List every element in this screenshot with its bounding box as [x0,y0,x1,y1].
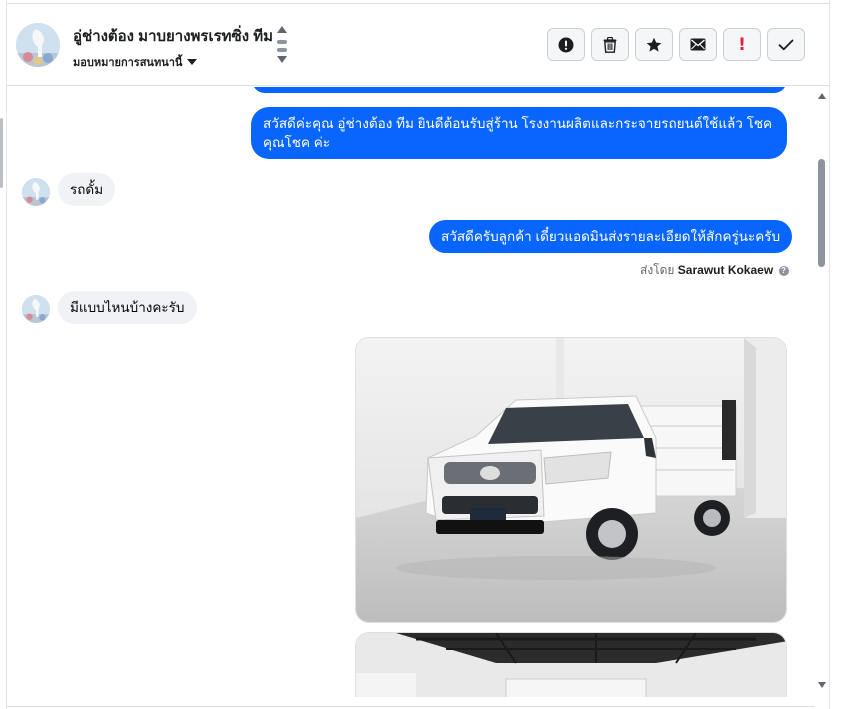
scroll-grip [277,48,287,52]
alert-circle-icon [558,37,574,52]
message-text: สวัสดีครับลูกค้า เดี๋ยวแอดมินส่งรายละเอี… [441,229,781,244]
white-pickup-dump-truck-photo[interactable] [355,337,787,623]
panel-divider [829,0,830,709]
message-bubble-outgoing[interactable]: สวัสดีค่ะคุณ อู่ช่างต้อง ทีม ยินดีต้อนรั… [251,107,787,159]
exclamation-icon: ! [738,34,746,55]
message-bubble-incoming[interactable]: มีแบบไหนบ้างคะรับ [58,291,197,324]
conversation-scrollbar[interactable] [815,87,829,697]
question-icon[interactable]: ? [778,265,789,276]
sender-name: Sarawut Kokaew [677,263,774,277]
scroll-down-arrow-icon[interactable] [818,682,826,688]
contact-avatar[interactable] [16,23,60,67]
caret-down-icon [187,59,198,65]
message-bubble-outgoing-partial [252,87,787,93]
conversation-thread[interactable]: สวัสดีค่ะคุณ อู่ช่างต้อง ทีม ยินดีต้อนรั… [7,87,815,697]
checkmark-icon [778,39,794,50]
left-panel-edge [0,0,7,709]
truck-in-showroom-photo[interactable] [355,632,787,697]
message-text: สวัสดีค่ะคุณ อู่ช่างต้อง ทีม ยินดีต้อนรั… [263,116,773,150]
assign-label: มอบหมายการสนทนานี้ [73,57,183,69]
customer-avatar[interactable] [22,178,50,206]
chevron-up-icon[interactable] [277,26,287,33]
conversation-header: อู่ช่างต้อง มาบยางพรเรทซิ่ง ทีม มอบหมายก… [7,3,829,86]
sent-by-label: ส่งโดย Sarawut Kokaew ? [640,261,789,280]
header-actions: ! [547,28,805,61]
follow-up-button[interactable]: ! [723,28,761,61]
star-icon [646,37,662,52]
message-text: มีแบบไหนบ้างคะรับ [70,300,185,315]
delete-button[interactable] [591,28,629,61]
trash-icon [603,36,617,53]
mark-unread-button[interactable] [679,28,717,61]
message-bubble-outgoing[interactable]: สวัสดีครับลูกค้า เดี๋ยวแอดมินส่งรายละเอี… [429,220,793,253]
chevron-down-icon[interactable] [277,56,287,63]
message-bubble-incoming[interactable]: รถดั้ม [58,173,116,206]
scrollbar-thumb[interactable] [818,159,825,267]
left-panel-scroll-mark [0,118,3,188]
envelope-icon [690,38,706,51]
assign-conversation-dropdown[interactable]: มอบหมายการสนทนานี้ [73,53,198,71]
spam-button[interactable] [547,28,585,61]
scroll-grip [277,40,287,44]
message-text: รถดั้ม [70,182,104,197]
star-button[interactable] [635,28,673,61]
customer-avatar[interactable] [22,295,50,323]
mark-done-button[interactable] [767,28,805,61]
composer-divider [7,706,815,707]
scroll-up-arrow-icon[interactable] [818,93,826,99]
contact-name[interactable]: อู่ช่างต้อง มาบยางพรเรทซิ่ง ทีม [73,24,275,48]
name-scroll-control[interactable] [276,26,288,66]
sent-by-prefix: ส่งโดย [640,263,675,277]
